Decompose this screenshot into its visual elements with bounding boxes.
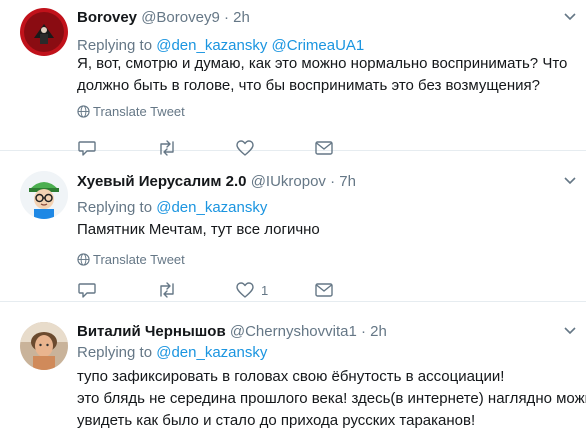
chevron-down-icon[interactable] — [564, 324, 576, 338]
reply-icon — [78, 283, 96, 298]
chevron-down-icon[interactable] — [564, 174, 576, 188]
replying-to-label: Replying to — [77, 199, 153, 216]
display-name[interactable]: Виталий Чернышов — [77, 323, 226, 340]
tweet[interactable]: Borovey @Borovey9 · 2h Replying to @den_… — [0, 0, 586, 156]
reply-button[interactable] — [77, 281, 97, 301]
tweet-header: Borovey @Borovey9 · 2h — [77, 8, 250, 28]
handle[interactable]: @IUkropov — [251, 173, 326, 190]
replying-to-label: Replying to — [77, 37, 153, 54]
tweet-text-line: тупо зафиксировать в головах свою ёбнуто… — [77, 368, 505, 385]
tweet[interactable]: Хуевый Иерусалим 2.0 @IUkropov · 7h Repl… — [0, 151, 586, 302]
like-button[interactable]: 1 — [235, 281, 268, 301]
tweet-text-line: должно быть в голове, что бы воспринимат… — [77, 77, 540, 94]
globe-icon — [77, 105, 90, 118]
tweet-text-line: Памятник Мечтам, тут все логично — [77, 221, 320, 238]
timestamp[interactable]: 2h — [370, 323, 387, 340]
tweet[interactable]: Виталий Чернышов @Chernyshovvita1 · 2h R… — [0, 302, 586, 429]
envelope-icon — [315, 283, 333, 297]
dm-button[interactable] — [314, 281, 334, 301]
tweet-actions: 1 — [77, 281, 377, 301]
translate-tweet-link[interactable]: Translate Tweet — [77, 104, 185, 120]
tweet-text: Я, вот, смотрю и думаю, как это можно но… — [77, 53, 577, 97]
tweet-text: Памятник Мечтам, тут все логично — [77, 219, 577, 241]
globe-icon — [77, 253, 90, 266]
chevron-down-icon[interactable] — [564, 10, 576, 24]
replying-to: Replying to @den_kazansky — [77, 343, 267, 363]
tweet-text: тупо зафиксировать в головах свою ёбнуто… — [77, 366, 586, 432]
handle[interactable]: @Chernyshovvita1 — [230, 323, 357, 340]
mention-link[interactable]: @den_kazansky — [156, 344, 267, 361]
mention-link[interactable]: @den_kazansky — [156, 199, 267, 216]
retweet-icon — [160, 282, 174, 298]
replying-to-label: Replying to — [77, 344, 153, 361]
tweet-text-line: это блядь не середина прошлого века! зде… — [77, 390, 586, 407]
timestamp[interactable]: 2h — [233, 9, 250, 26]
like-count: 1 — [261, 283, 269, 298]
avatar[interactable] — [20, 171, 68, 219]
handle[interactable]: @Borovey9 — [141, 9, 220, 26]
translate-label[interactable]: Translate Tweet — [93, 104, 185, 119]
display-name[interactable]: Хуевый Иерусалим 2.0 — [77, 173, 247, 190]
mention-link[interactable]: @CrimeaUA1 — [272, 37, 365, 54]
separator: · — [223, 9, 229, 26]
tweet-text-line: Я, вот, смотрю и думаю, как это можно но… — [77, 55, 568, 72]
tweet-header: Виталий Чернышов @Chernyshovvita1 · 2h — [77, 322, 387, 342]
display-name[interactable]: Borovey — [77, 9, 137, 26]
avatar[interactable] — [20, 322, 68, 370]
tweet-header: Хуевый Иерусалим 2.0 @IUkropov · 7h — [77, 172, 356, 192]
retweet-button[interactable] — [156, 281, 178, 301]
heart-icon — [236, 282, 254, 298]
mention-link[interactable]: @den_kazansky — [156, 37, 267, 54]
avatar[interactable] — [20, 8, 68, 56]
separator: · — [330, 173, 336, 190]
translate-tweet-link[interactable]: Translate Tweet — [77, 252, 185, 268]
separator: · — [360, 323, 366, 340]
replying-to: Replying to @den_kazansky — [77, 198, 267, 218]
translate-label[interactable]: Translate Tweet — [93, 252, 185, 267]
timestamp[interactable]: 7h — [339, 173, 356, 190]
